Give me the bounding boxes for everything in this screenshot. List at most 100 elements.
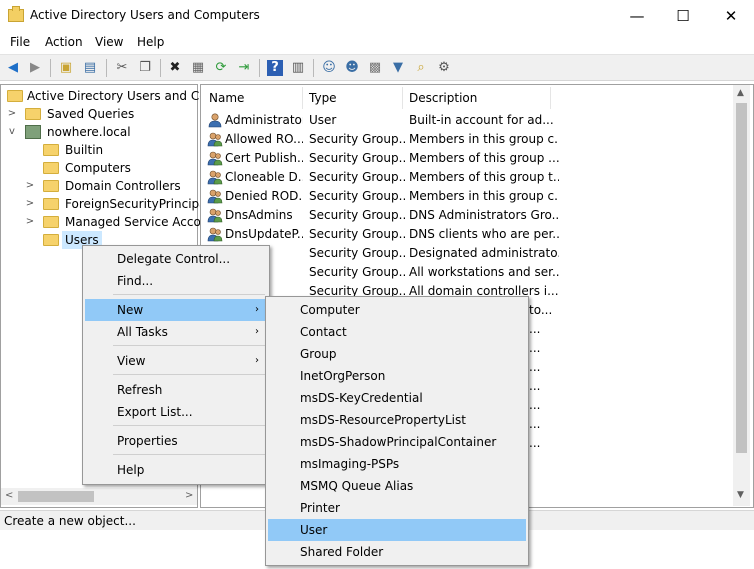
new-ou-icon[interactable]: ▩: [367, 60, 383, 76]
cell-description: Built-in account for ad...: [409, 113, 554, 127]
forward-arrow-icon[interactable]: ▶: [27, 60, 43, 76]
submenu-item-label: msDS-ResourcePropertyList: [300, 413, 466, 427]
cell-type: Security Group...: [309, 208, 405, 222]
maximize-button[interactable]: ☐: [660, 0, 706, 32]
menu-item-delegate-control[interactable]: Delegate Control...: [85, 248, 267, 270]
submenu-item-msds-keycredential[interactable]: msDS-KeyCredential: [268, 387, 526, 409]
menu-item-view[interactable]: View ›: [85, 350, 267, 372]
console-icon[interactable]: ▥: [290, 60, 306, 76]
help-icon[interactable]: ?: [267, 60, 283, 76]
submenu-item-label: Computer: [300, 303, 360, 317]
list-vertical-scrollbar[interactable]: ▲ ▼: [733, 85, 750, 506]
tree-horizontal-scrollbar[interactable]: < >: [1, 488, 197, 505]
menu-item-new[interactable]: New ›: [85, 299, 267, 321]
submenu-item-user[interactable]: User: [268, 519, 526, 541]
menu-item-export-list[interactable]: Export List...: [85, 401, 267, 423]
menu-item-properties[interactable]: Properties: [85, 430, 267, 452]
menu-item-help[interactable]: Help: [85, 459, 267, 481]
table-row[interactable]: Ad...Security Group...Designated adminis…: [205, 244, 735, 263]
new-user-icon[interactable]: ☺: [321, 60, 337, 76]
tree-item-label: Builtin: [65, 143, 104, 157]
chevron-right-icon[interactable]: >: [25, 213, 35, 231]
table-row[interactable]: Co...Security Group...All workstations a…: [205, 263, 735, 282]
refresh-icon[interactable]: ⟳: [213, 60, 229, 76]
submenu-item-contact[interactable]: Contact: [268, 321, 526, 343]
add-to-group-icon[interactable]: ⚙: [436, 60, 452, 76]
menu-item-all-tasks[interactable]: All Tasks ›: [85, 321, 267, 343]
table-row[interactable]: Denied ROD... Security Group... Members in…: [205, 187, 735, 206]
menu-help[interactable]: Help: [137, 35, 164, 49]
scroll-thumb[interactable]: [736, 103, 747, 453]
find-icon[interactable]: ⌕: [413, 60, 429, 76]
toolbar-separator: [106, 59, 107, 77]
filter-icon[interactable]: ▼: [390, 60, 406, 76]
delete-icon[interactable]: ✖: [167, 60, 183, 76]
scroll-down-icon[interactable]: ▼: [737, 490, 744, 500]
submenu-item-msds-shadowprincipalcontainer[interactable]: msDS-ShadowPrincipalContainer: [268, 431, 526, 453]
submenu-item-inetorgperson[interactable]: InetOrgPerson: [268, 365, 526, 387]
toolbar: ◀ ▶ ▣ ▤ ✂ ❐ ✖ ▦ ⟳ ⇥ ? ▥ ☺ ☻ ▩ ▼ ⌕ ⚙: [0, 54, 754, 81]
user-icon: [207, 113, 223, 128]
submenu-item-group[interactable]: Group: [268, 343, 526, 365]
folder-icon: [43, 198, 59, 210]
menu-item-find[interactable]: Find...: [85, 270, 267, 292]
scroll-thumb[interactable]: [18, 491, 94, 502]
cell-description: Members of this group ...: [409, 151, 559, 165]
menu-separator: [113, 374, 265, 375]
menu-file[interactable]: File: [10, 35, 30, 49]
status-text: Create a new object...: [4, 514, 136, 528]
submenu-item-msds-resourcepropertylist[interactable]: msDS-ResourcePropertyList: [268, 409, 526, 431]
submenu-item-label: msDS-KeyCredential: [300, 391, 423, 405]
chevron-right-icon[interactable]: >: [25, 177, 35, 195]
column-header-description[interactable]: Description: [403, 87, 551, 109]
back-arrow-icon[interactable]: ◀: [5, 60, 21, 76]
tree-item-label: Managed Service Accour: [65, 215, 214, 229]
cell-name: Allowed RO...: [225, 132, 303, 146]
cell-description: ...: [529, 398, 541, 412]
scroll-up-icon[interactable]: ▲: [737, 88, 744, 98]
chevron-right-icon[interactable]: >: [7, 105, 17, 123]
properties-icon[interactable]: ▦: [190, 60, 206, 76]
menu-view[interactable]: View: [95, 35, 123, 49]
submenu-item-msmq-queue-alias[interactable]: MSMQ Queue Alias: [268, 475, 526, 497]
cell-name: Administrator: [225, 113, 303, 127]
menu-separator: [113, 454, 265, 455]
close-button[interactable]: ✕: [708, 0, 754, 32]
cell-type: Security Group...: [309, 265, 405, 279]
copy-icon[interactable]: ❐: [137, 60, 153, 76]
export-list-icon[interactable]: ⇥: [236, 60, 252, 76]
toolbar-separator: [160, 59, 161, 77]
new-group-icon[interactable]: ☻: [344, 60, 360, 76]
cut-icon[interactable]: ✂: [114, 60, 130, 76]
minimize-button[interactable]: —: [614, 0, 660, 32]
tree-domain-label: nowhere.local: [47, 125, 131, 139]
up-folder-icon[interactable]: ▣: [58, 60, 74, 76]
column-header-name[interactable]: Name: [203, 87, 303, 109]
table-row[interactable]: Cert Publish... Security Group... Members …: [205, 149, 735, 168]
submenu-item-label: Printer: [300, 501, 340, 515]
folder-icon: [43, 234, 59, 246]
scroll-left-icon[interactable]: <: [5, 490, 13, 501]
table-row[interactable]: Allowed RO... Security Group... Members in…: [205, 130, 735, 149]
scroll-right-icon[interactable]: >: [185, 490, 193, 501]
chevron-right-icon[interactable]: >: [25, 195, 35, 213]
group-icon: [207, 227, 223, 242]
cell-name: DnsUpdateP...: [225, 227, 303, 241]
cell-name: Cloneable D...: [225, 170, 303, 184]
column-header-type[interactable]: Type: [303, 87, 403, 109]
table-row[interactable]: Administrator User Built-in account for ad…: [205, 111, 735, 130]
cell-name: DnsAdmins: [225, 208, 293, 222]
table-row[interactable]: Cloneable D... Security Group... Members o…: [205, 168, 735, 187]
show-tree-icon[interactable]: ▤: [82, 60, 98, 76]
submenu-item-shared-folder[interactable]: Shared Folder: [268, 541, 526, 563]
menu-item-refresh[interactable]: Refresh: [85, 379, 267, 401]
submenu-item-computer[interactable]: Computer: [268, 299, 526, 321]
submenu-item-msimaging-psps[interactable]: msImaging-PSPs: [268, 453, 526, 475]
table-row[interactable]: DnsUpdateP... Security Group... DNS client…: [205, 225, 735, 244]
cell-description: ...: [529, 417, 541, 431]
chevron-down-icon[interactable]: v: [7, 123, 17, 141]
cell-description: ...: [529, 436, 541, 450]
submenu-item-printer[interactable]: Printer: [268, 497, 526, 519]
menu-action[interactable]: Action: [45, 35, 83, 49]
table-row[interactable]: DnsAdmins Security Group... DNS Administra…: [205, 206, 735, 225]
